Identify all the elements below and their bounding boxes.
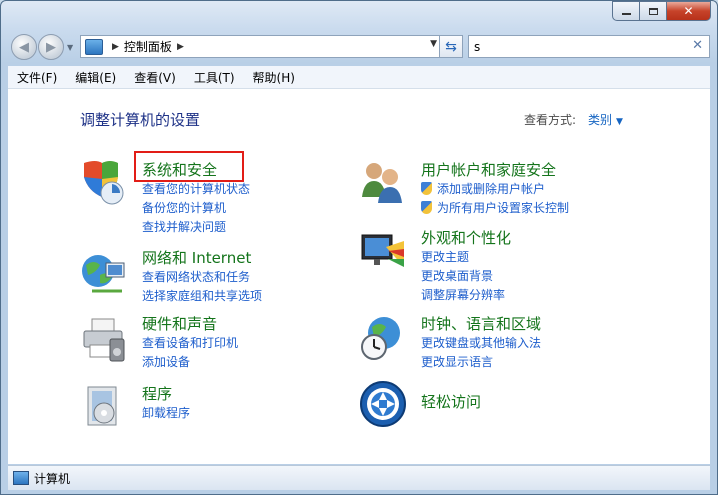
computer-icon <box>13 471 29 485</box>
view-by-label: 查看方式: <box>524 113 577 127</box>
address-bar[interactable]: ▶ 控制面板 ▶ ▼ <box>80 35 462 58</box>
clock-language-link[interactable]: 时钟、语言和区域 <box>421 313 541 334</box>
dropdown-arrow-icon: ▼ <box>616 117 623 127</box>
change-theme-link[interactable]: 更改主题 <box>421 248 511 267</box>
menu-file[interactable]: 文件(F) <box>8 69 66 86</box>
network-internet-link[interactable]: 网络和 Internet <box>142 247 262 268</box>
address-dropdown-icon[interactable]: ▼ <box>430 39 437 49</box>
globe-network-icon <box>82 255 125 293</box>
page-title: 调整计算机的设置 <box>80 111 201 129</box>
view-computer-status-link[interactable]: 查看您的计算机状态 <box>142 180 250 199</box>
homegroup-sharing-link[interactable]: 选择家庭组和共享选项 <box>142 287 262 306</box>
add-remove-accounts-link[interactable]: 添加或删除用户帐户 <box>421 180 569 199</box>
programs-link[interactable]: 程序 <box>142 383 190 404</box>
category-ease-of-access: 轻松访问 <box>421 391 481 412</box>
parental-controls-link[interactable]: 为所有用户设置家长控制 <box>421 199 569 218</box>
menu-tools[interactable]: 工具(T) <box>185 69 244 86</box>
control-panel-icon <box>85 38 103 55</box>
caption-buttons: ✕ <box>612 1 711 21</box>
breadcrumb-control-panel[interactable]: 控制面板 <box>124 38 172 55</box>
view-network-status-link[interactable]: 查看网络状态和任务 <box>142 268 262 287</box>
user-accounts-link[interactable]: 用户帐户和家庭安全 <box>421 159 569 180</box>
category-network-internet: 网络和 Internet 查看网络状态和任务 选择家庭组和共享选项 <box>142 247 262 306</box>
add-device-link[interactable]: 添加设备 <box>142 353 238 372</box>
menu-view[interactable]: 查看(V) <box>125 69 185 86</box>
devices-printers-link[interactable]: 查看设备和打印机 <box>142 334 238 353</box>
uac-shield-icon <box>421 182 432 195</box>
hardware-sound-link[interactable]: 硬件和声音 <box>142 313 238 334</box>
appearance-link[interactable]: 外观和个性化 <box>421 227 511 248</box>
content-pane: 调整计算机的设置 查看方式: 类别 ▼ 系统和安全 查看您的计算机状态 备份您的计… <box>8 89 710 464</box>
minimize-button[interactable] <box>612 1 640 21</box>
close-button[interactable]: ✕ <box>667 1 711 21</box>
status-text: 计算机 <box>34 471 71 486</box>
forward-button[interactable]: ▶ <box>38 34 64 60</box>
search-input[interactable] <box>474 39 674 54</box>
change-input-method-link[interactable]: 更改键盘或其他输入法 <box>421 334 541 353</box>
backup-computer-link[interactable]: 备份您的计算机 <box>142 199 250 218</box>
back-button[interactable]: ◀ <box>11 34 37 60</box>
programs-box-icon <box>87 386 117 426</box>
globe-clock-icon <box>361 317 400 360</box>
screen-resolution-link[interactable]: 调整屏幕分辨率 <box>421 286 511 305</box>
menu-edit[interactable]: 编辑(E) <box>66 69 125 86</box>
maximize-button[interactable] <box>640 1 667 21</box>
breadcrumb-separator-icon: ▶ <box>112 41 119 52</box>
users-icon <box>362 163 402 203</box>
shield-icon <box>84 161 124 205</box>
troubleshoot-link[interactable]: 查找并解决问题 <box>142 218 250 237</box>
category-hardware-sound: 硬件和声音 查看设备和打印机 添加设备 <box>142 313 238 372</box>
history-dropdown-icon[interactable]: ▼ <box>67 43 73 52</box>
forward-arrow-icon: ▶ <box>46 39 56 55</box>
category-programs: 程序 卸载程序 <box>142 383 190 423</box>
status-bar: 计算机 <box>8 465 710 490</box>
view-by-dropdown[interactable]: 类别 ▼ <box>588 111 623 128</box>
printer-icon <box>83 318 125 362</box>
refresh-button[interactable]: ⇆ <box>439 35 463 58</box>
refresh-icon: ⇆ <box>445 38 457 55</box>
change-display-language-link[interactable]: 更改显示语言 <box>421 353 541 372</box>
uac-shield-icon <box>421 201 432 214</box>
category-clock-language: 时钟、语言和区域 更改键盘或其他输入法 更改显示语言 <box>421 313 541 372</box>
monitor-paint-icon <box>361 234 404 267</box>
search-box[interactable]: ✕ <box>468 35 710 58</box>
clear-search-icon[interactable]: ✕ <box>692 38 703 53</box>
back-arrow-icon: ◀ <box>19 39 29 55</box>
control-panel-window: ✕ ◀ ▶ ▼ ▶ 控制面板 ▶ ▼ ⇆ ✕ 文件(F) 编辑(E) 查看(V)… <box>0 0 718 495</box>
breadcrumb-separator-icon[interactable]: ▶ <box>177 42 184 52</box>
menu-help[interactable]: 帮助(H) <box>244 69 304 86</box>
highlight-box <box>134 151 244 182</box>
category-user-accounts: 用户帐户和家庭安全 添加或删除用户帐户 为所有用户设置家长控制 <box>421 159 569 218</box>
ease-of-access-icon <box>360 381 406 427</box>
ease-of-access-link[interactable]: 轻松访问 <box>421 391 481 412</box>
change-background-link[interactable]: 更改桌面背景 <box>421 267 511 286</box>
menu-bar: 文件(F) 编辑(E) 查看(V) 工具(T) 帮助(H) <box>8 66 710 89</box>
uninstall-program-link[interactable]: 卸载程序 <box>142 404 190 423</box>
category-appearance: 外观和个性化 更改主题 更改桌面背景 调整屏幕分辨率 <box>421 227 511 305</box>
